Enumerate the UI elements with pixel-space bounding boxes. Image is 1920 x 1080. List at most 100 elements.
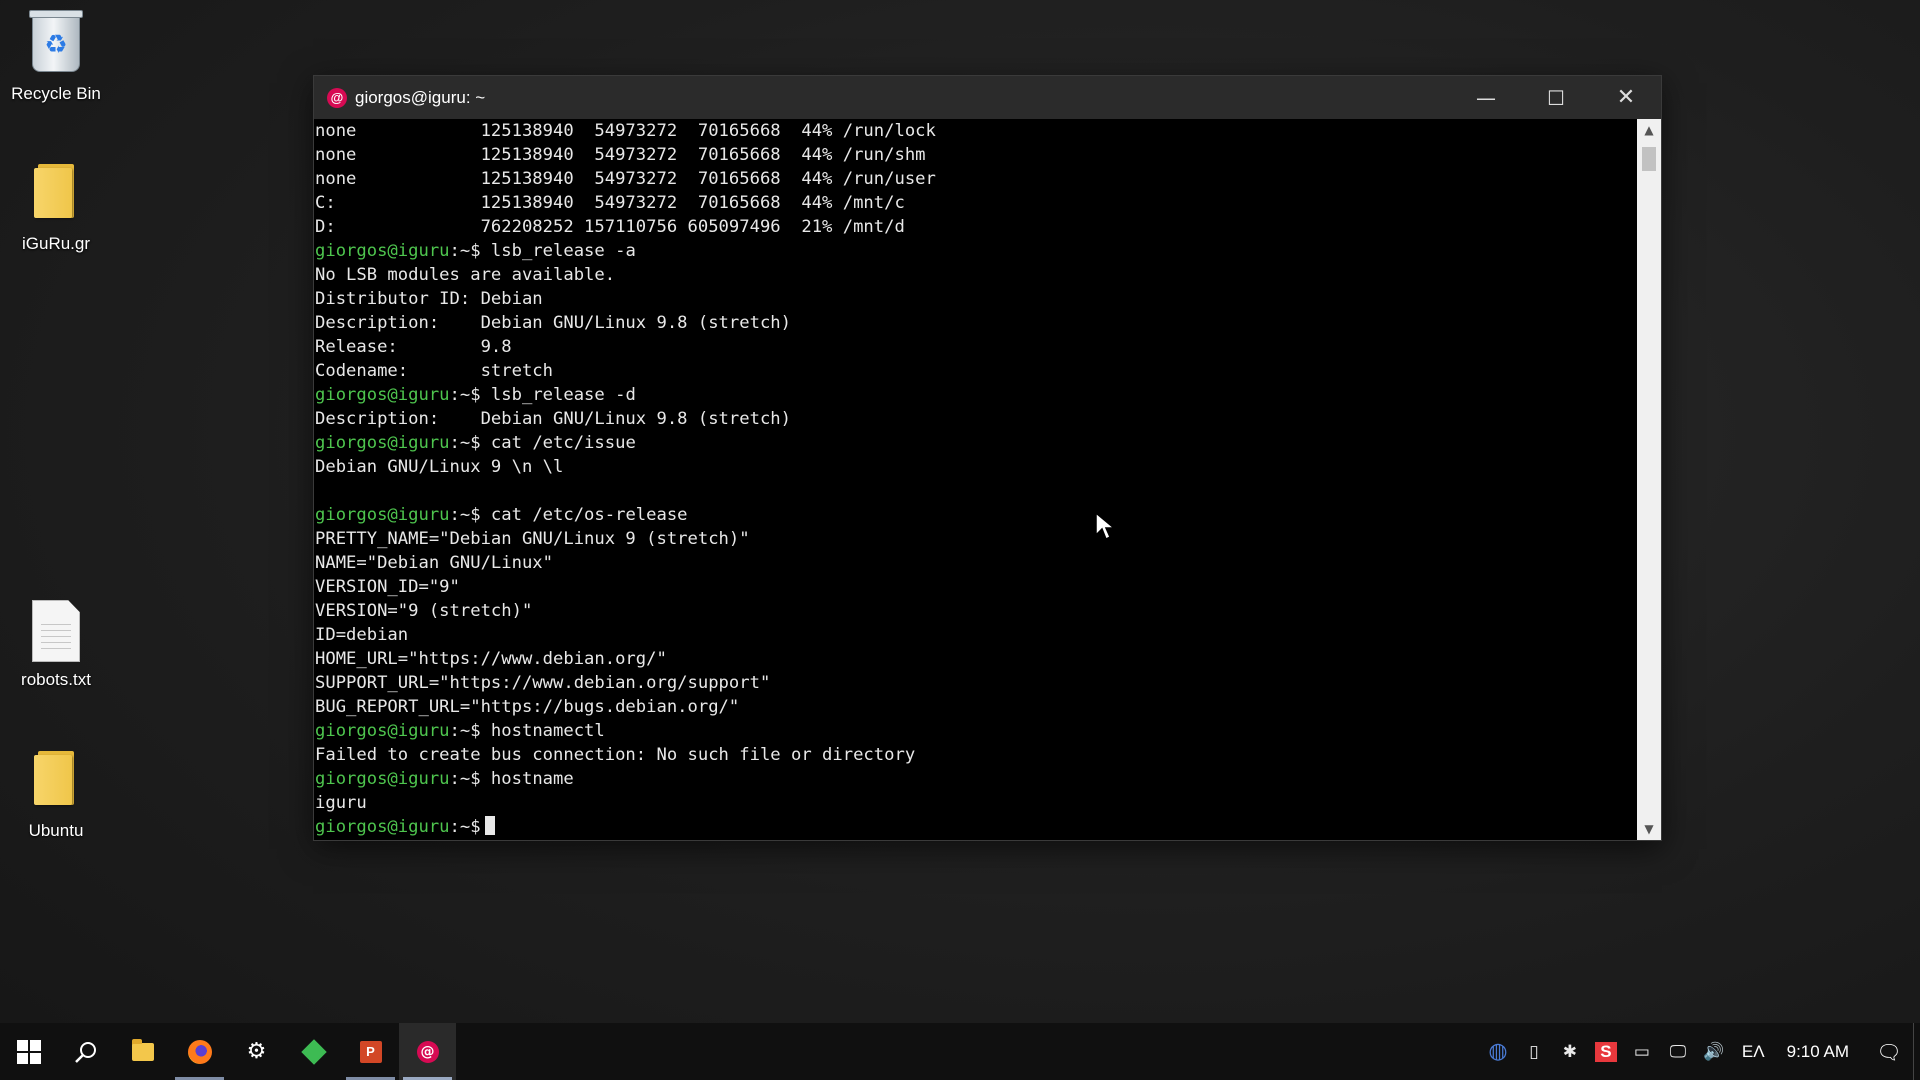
close-button[interactable]: ✕: [1591, 76, 1661, 119]
terminal-output-line: VERSION_ID="9": [315, 575, 1637, 599]
terminal-output-line: Codename: stretch: [315, 359, 1637, 383]
tray-usb-icon[interactable]: ▯: [1516, 1023, 1552, 1080]
prompt-user-host: giorgos@iguru: [315, 769, 450, 789]
minimize-icon: —: [1476, 85, 1496, 110]
terminal-output-line: C: 125138940 54973272 70165668 44% /mnt/…: [315, 191, 1637, 215]
minimize-button[interactable]: —: [1451, 76, 1521, 119]
action-center-button[interactable]: 🗨: [1865, 1023, 1913, 1080]
prompt-suffix: :~$: [449, 769, 481, 789]
line-text: lsb_release -a: [480, 241, 636, 261]
line-text: hostnamectl: [480, 721, 605, 741]
notification-icon: 🗨: [1876, 1039, 1902, 1064]
tray-network-app-icon[interactable]: ◍: [1480, 1023, 1516, 1080]
terminal-command-line: giorgos@iguru:~$ cat /etc/issue: [315, 431, 1637, 455]
firefox-icon: [187, 1039, 212, 1064]
maximize-button[interactable]: ☐: [1521, 76, 1591, 119]
terminal-command-line: giorgos@iguru:~$ lsb_release -d: [315, 383, 1637, 407]
terminal-command-line: giorgos@iguru:~$ cat /etc/os-release: [315, 503, 1637, 527]
system-tray: ◍ ▯ ✱ S ▭ 🖵 🔊 ΕΛ 9:10 AM 🗨: [1480, 1023, 1920, 1080]
line-text: Description: Debian GNU/Linux 9.8 (stret…: [315, 409, 791, 429]
line-text: BUG_REPORT_URL="https://bugs.debian.org/…: [315, 697, 740, 717]
terminal-command-line: giorgos@iguru:~$ lsb_release -a: [315, 239, 1637, 263]
show-desktop-button[interactable]: [1913, 1023, 1920, 1080]
tray-volume-icon[interactable]: 🔊: [1696, 1023, 1732, 1080]
line-text: Codename: stretch: [315, 361, 553, 381]
desktop-icon-recycle-bin[interactable]: ♻ Recycle Bin: [6, 10, 106, 104]
tray-network-icon[interactable]: 🖵: [1660, 1023, 1696, 1080]
line-text: none 125138940 54973272 70165668 44% /ru…: [315, 145, 926, 165]
debian-terminal-button[interactable]: @: [399, 1023, 456, 1080]
prompt-user-host: giorgos@iguru: [315, 505, 450, 525]
start-button[interactable]: [0, 1023, 57, 1080]
file-explorer-button[interactable]: [114, 1023, 171, 1080]
prompt-suffix: :~$: [449, 241, 481, 261]
terminal-output[interactable]: none 125138940 54973272 70165668 44% /ru…: [314, 119, 1637, 840]
debian-swirl-icon: @: [416, 1040, 439, 1063]
line-text: Description: Debian GNU/Linux 9.8 (stret…: [315, 313, 791, 333]
terminal-output-line: Description: Debian GNU/Linux 9.8 (stret…: [315, 311, 1637, 335]
terminal-output-line: iguru: [315, 791, 1637, 815]
vertical-scrollbar[interactable]: ▲ ▼: [1637, 119, 1661, 840]
settings-button[interactable]: ⚙: [228, 1023, 285, 1080]
taskbar: ⚙ P @ ◍ ▯ ✱ S ▭ 🖵 🔊 ΕΛ 9:10 AM 🗨: [0, 1023, 1920, 1080]
scrollbar-thumb[interactable]: [1642, 147, 1656, 171]
powerpoint-icon: P: [359, 1040, 382, 1063]
prompt-suffix: :~$: [449, 433, 481, 453]
terminal-output-line: VERSION="9 (stretch)": [315, 599, 1637, 623]
language-indicator[interactable]: ΕΛ: [1732, 1042, 1775, 1062]
debian-swirl-icon[interactable]: @: [327, 87, 347, 108]
line-text: C: 125138940 54973272 70165668 44% /mnt/…: [315, 193, 905, 213]
firefox-button[interactable]: [171, 1023, 228, 1080]
desktop-icon-ubuntu[interactable]: Ubuntu: [6, 745, 106, 841]
desktop-icon-robots-txt[interactable]: robots.txt: [6, 598, 106, 690]
terminal-window[interactable]: @ giorgos@iguru: ~ — ☐ ✕ none 125138940 …: [313, 75, 1662, 841]
terminal-output-line: HOME_URL="https://www.debian.org/": [315, 647, 1637, 671]
line-text: SUPPORT_URL="https://www.debian.org/supp…: [315, 673, 771, 693]
text-cursor: [484, 816, 495, 835]
terminal-output-line: Debian GNU/Linux 9 \n \l: [315, 455, 1637, 479]
tray-battery-icon[interactable]: ▭: [1624, 1023, 1660, 1080]
line-text: No LSB modules are available.: [315, 265, 616, 285]
prompt-user-host: giorgos@iguru: [315, 433, 450, 453]
windows-logo-icon: [16, 1039, 41, 1064]
terminal-command-line: giorgos@iguru:~$: [315, 815, 1637, 839]
line-text: VERSION="9 (stretch)": [315, 601, 533, 621]
terminal-output-line: NAME="Debian GNU/Linux": [315, 551, 1637, 575]
prompt-user-host: giorgos@iguru: [315, 817, 450, 837]
folder-icon: [24, 164, 88, 228]
powerpoint-button[interactable]: P: [342, 1023, 399, 1080]
folder-icon: [131, 1038, 154, 1061]
tray-slack-icon[interactable]: ✱: [1552, 1023, 1588, 1080]
terminal-text: none 125138940 54973272 70165668 44% /ru…: [314, 119, 1637, 839]
desktop-icon-label: Recycle Bin: [11, 84, 101, 103]
scroll-down-arrow-icon[interactable]: ▼: [1637, 818, 1661, 840]
terminal-output-line: Release: 9.8: [315, 335, 1637, 359]
tray-glyph: ▯: [1529, 1041, 1539, 1062]
prompt-suffix: :~$: [449, 385, 481, 405]
terminal-output-line: none 125138940 54973272 70165668 44% /ru…: [315, 119, 1637, 143]
search-button[interactable]: [57, 1023, 114, 1080]
prompt-suffix: :~$: [449, 505, 481, 525]
clock[interactable]: 9:10 AM: [1775, 1042, 1865, 1062]
terminal-output-line: none 125138940 54973272 70165668 44% /ru…: [315, 167, 1637, 191]
desktop-icon-iguru[interactable]: iGuRu.gr: [6, 158, 106, 254]
search-icon: [74, 1041, 96, 1063]
tray-s-app-icon[interactable]: S: [1588, 1023, 1624, 1080]
line-text: none 125138940 54973272 70165668 44% /ru…: [315, 169, 936, 189]
title-bar[interactable]: @ giorgos@iguru: ~ — ☐ ✕: [314, 76, 1661, 119]
line-text: Debian GNU/Linux 9 \n \l: [315, 457, 564, 477]
tray-glyph: ▭: [1633, 1041, 1650, 1062]
tray-glyph: 🖵: [1669, 1041, 1687, 1062]
scroll-up-arrow-icon[interactable]: ▲: [1637, 119, 1661, 141]
green-app-button[interactable]: [285, 1023, 342, 1080]
desktop-icon-label: Ubuntu: [28, 821, 84, 840]
terminal-output-line: BUG_REPORT_URL="https://bugs.debian.org/…: [315, 695, 1637, 719]
line-text: HOME_URL="https://www.debian.org/": [315, 649, 667, 669]
terminal-output-line: [315, 479, 1637, 503]
line-text: iguru: [315, 793, 367, 813]
terminal-command-line: giorgos@iguru:~$ hostnamectl: [315, 719, 1637, 743]
desktop-icon-label: iGuRu.gr: [21, 234, 91, 253]
prompt-user-host: giorgos@iguru: [315, 721, 450, 741]
tray-glyph: S: [1595, 1041, 1617, 1062]
terminal-command-line: giorgos@iguru:~$ hostname: [315, 767, 1637, 791]
